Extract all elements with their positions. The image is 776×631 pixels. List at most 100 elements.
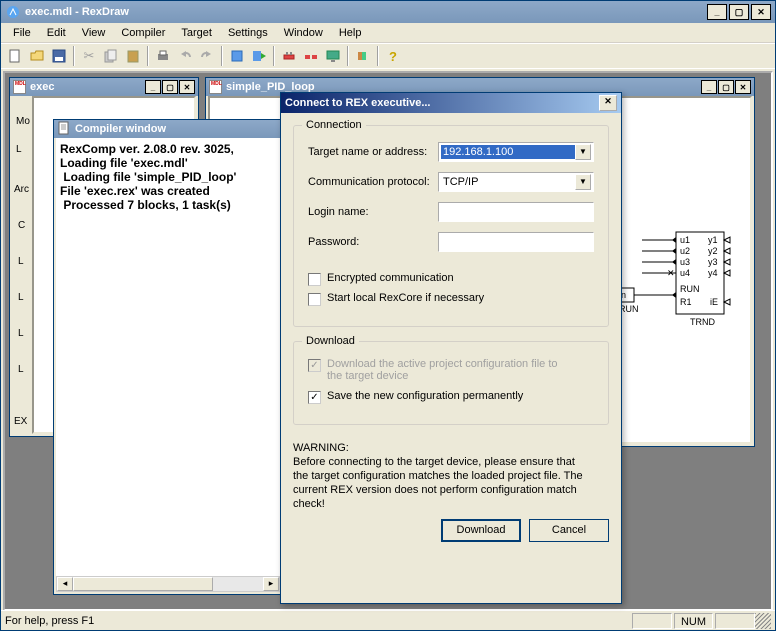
exec-minimize[interactable]: _ — [145, 80, 161, 94]
menu-settings[interactable]: Settings — [220, 25, 276, 41]
tb-disconnect-icon[interactable] — [301, 46, 321, 66]
warning-text: Before connecting to the target device, … — [293, 455, 593, 511]
document-icon — [57, 121, 71, 138]
lbl-target: Target name or address: — [308, 146, 438, 158]
resize-grip-icon[interactable] — [755, 613, 771, 629]
compiler-title: Compiler window — [75, 123, 279, 135]
side-arc: Arc — [14, 184, 29, 195]
group-download: Download ✓ Download the active project c… — [293, 341, 609, 425]
svg-text:TRND: TRND — [690, 317, 715, 327]
input-password[interactable] — [438, 232, 594, 252]
check-startlocal[interactable] — [308, 293, 321, 306]
download-button[interactable]: Download — [441, 519, 521, 542]
tb-copy-icon[interactable] — [101, 46, 121, 66]
side-c: C — [18, 220, 25, 231]
titlebar: exec.mdl - RexDraw _ ▢ ✕ — [1, 1, 775, 23]
toolbar: ✂ ? — [1, 43, 775, 69]
tb-open-icon[interactable] — [27, 46, 47, 66]
exec-titlebar[interactable]: exec _ ▢ ✕ — [10, 78, 198, 96]
combo-protocol[interactable]: TCP/IP ▼ — [438, 172, 594, 192]
side-l3: L — [18, 328, 24, 339]
menu-window[interactable]: Window — [276, 25, 331, 41]
block-diagram: on B_RUN ✕ u1 u2 — [612, 226, 742, 336]
tb-print-icon[interactable] — [153, 46, 173, 66]
lbl-password: Password: — [308, 236, 438, 248]
svg-text:y1: y1 — [708, 235, 718, 245]
side-blank1: L — [16, 144, 22, 155]
input-login[interactable] — [438, 202, 594, 222]
group-download-title: Download — [302, 335, 359, 347]
menu-help[interactable]: Help — [331, 25, 370, 41]
tb-monitor-icon[interactable] — [323, 46, 343, 66]
combo-target[interactable]: 192.168.1.100 ▼ — [438, 142, 594, 162]
status-help: For help, press F1 — [5, 615, 630, 627]
svg-text:y3: y3 — [708, 257, 718, 267]
side-l1: L — [18, 256, 24, 267]
tb-new-icon[interactable] — [5, 46, 25, 66]
mdl-icon — [13, 80, 26, 94]
check-encrypted[interactable] — [308, 273, 321, 286]
status-num: NUM — [674, 613, 713, 629]
check-saveperm[interactable]: ✓ — [308, 391, 321, 404]
dialog-titlebar[interactable]: Connect to REX executive... ✕ — [281, 93, 621, 113]
dialog-close-button[interactable]: ✕ — [599, 95, 617, 111]
svg-text:u4: u4 — [680, 268, 690, 278]
cancel-button[interactable]: Cancel — [529, 519, 609, 542]
pid-minimize[interactable]: _ — [701, 80, 717, 94]
compiler-line: File 'exec.rex' was created — [60, 184, 276, 198]
compiler-output: RexComp ver. 2.08.0 rev. 3025, Loading f… — [56, 138, 280, 576]
compiler-line: Processed 7 blocks, 1 task(s) — [60, 198, 276, 212]
close-button[interactable]: ✕ — [751, 4, 771, 20]
group-connection: Connection Target name or address: 192.1… — [293, 125, 609, 327]
compiler-titlebar[interactable]: Compiler window — [54, 120, 282, 138]
lbl-login: Login name: — [308, 206, 438, 218]
svg-text:✕: ✕ — [667, 268, 675, 278]
statusbar: For help, press F1 NUM — [1, 610, 775, 630]
tb-compile-icon[interactable] — [227, 46, 247, 66]
svg-text:iE: iE — [710, 297, 718, 307]
tb-compile-run-icon[interactable] — [249, 46, 269, 66]
side-l2: L — [18, 292, 24, 303]
lbl-protocol: Communication protocol: — [308, 176, 438, 188]
tb-paste-icon[interactable] — [123, 46, 143, 66]
maximize-button[interactable]: ▢ — [729, 4, 749, 20]
group-connection-title: Connection — [302, 119, 366, 131]
lbl-startlocal: Start local RexCore if necessary — [327, 292, 484, 304]
tb-cut-icon[interactable]: ✂ — [79, 46, 99, 66]
tb-redo-icon[interactable] — [197, 46, 217, 66]
chevron-down-icon[interactable]: ▼ — [575, 144, 591, 160]
compiler-hscroll[interactable]: ◂ ▸ — [56, 576, 280, 592]
tb-save-icon[interactable] — [49, 46, 69, 66]
scroll-left-icon[interactable]: ◂ — [57, 577, 73, 591]
tb-help-icon[interactable]: ? — [383, 46, 403, 66]
side-mo: Mo — [16, 116, 30, 127]
tb-connect-icon[interactable] — [279, 46, 299, 66]
exec-title: exec — [30, 81, 144, 93]
exec-close[interactable]: ✕ — [179, 80, 195, 94]
svg-text:u3: u3 — [680, 257, 690, 267]
side-l4: L — [18, 364, 24, 375]
svg-text:u1: u1 — [680, 235, 690, 245]
compiler-line: Loading file 'exec.mdl' — [60, 156, 276, 170]
scroll-right-icon[interactable]: ▸ — [263, 577, 279, 591]
scroll-thumb[interactable] — [73, 577, 213, 591]
window-compiler[interactable]: Compiler window RexComp ver. 2.08.0 rev.… — [53, 119, 283, 595]
dialog-connect: Connect to REX executive... ✕ Connection… — [280, 92, 622, 604]
menu-compiler[interactable]: Compiler — [113, 25, 173, 41]
app-icon — [5, 4, 21, 20]
mdl-icon — [209, 80, 222, 94]
chevron-down-icon[interactable]: ▼ — [575, 174, 591, 190]
menu-edit[interactable]: Edit — [39, 25, 74, 41]
pid-maximize[interactable]: ▢ — [718, 80, 734, 94]
tb-undo-icon[interactable] — [175, 46, 195, 66]
warning-block: WARNING: Before connecting to the target… — [293, 441, 609, 511]
app-title: exec.mdl - RexDraw — [25, 6, 707, 18]
menu-file[interactable]: File — [5, 25, 39, 41]
pid-close[interactable]: ✕ — [735, 80, 751, 94]
exec-maximize[interactable]: ▢ — [162, 80, 178, 94]
tb-library-icon[interactable] — [353, 46, 373, 66]
minimize-button[interactable]: _ — [707, 4, 727, 20]
menu-target[interactable]: Target — [173, 25, 220, 41]
svg-text:R1: R1 — [680, 297, 692, 307]
menu-view[interactable]: View — [74, 25, 114, 41]
